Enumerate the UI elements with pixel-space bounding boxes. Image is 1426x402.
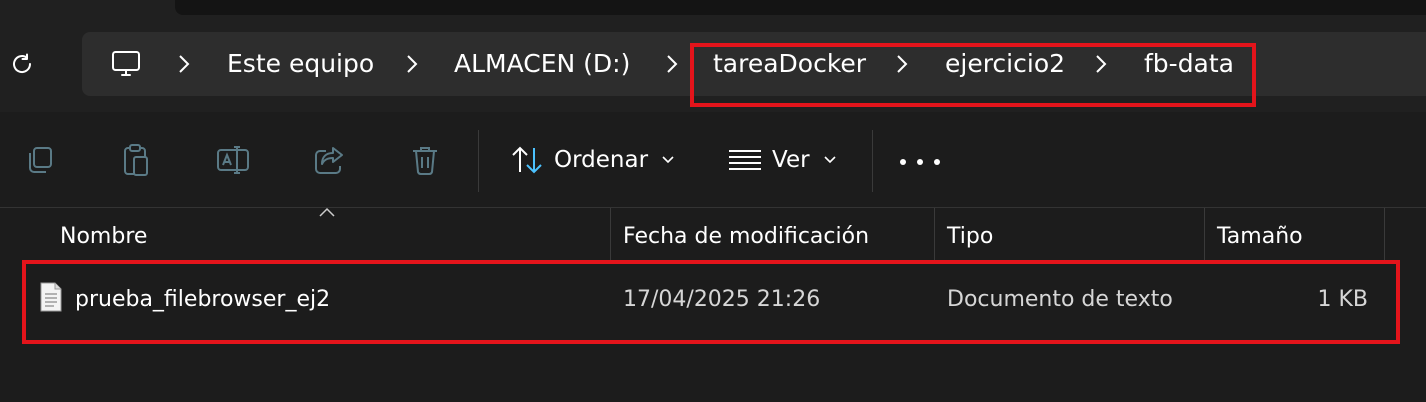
title-strip	[0, 0, 1426, 18]
view-button[interactable]: Ver	[728, 140, 836, 180]
column-header-type[interactable]: Tipo	[947, 222, 993, 252]
breadcrumb-almacen[interactable]: ALMACEN (D:)	[454, 48, 630, 80]
chevron-down-icon	[823, 156, 836, 164]
address-row: Este equipo ALMACEN (D:) tareaDocker eje…	[0, 18, 1426, 112]
column-header-name[interactable]: Nombre	[60, 222, 147, 252]
command-bar: Ordenar Ver	[0, 112, 1426, 208]
paste-icon	[124, 144, 148, 176]
row-highlight-box	[22, 260, 1400, 344]
column-separator[interactable]	[934, 208, 935, 260]
breadcrumb-este-equipo[interactable]: Este equipo	[227, 48, 374, 80]
column-header-size[interactable]: Tamaño	[1217, 222, 1303, 252]
toolbar-divider	[872, 130, 873, 192]
column-separator[interactable]	[610, 208, 611, 260]
view-label: Ver	[772, 147, 810, 173]
sort-button[interactable]: Ordenar	[510, 140, 674, 180]
refresh-button[interactable]	[6, 48, 38, 80]
share-button[interactable]	[310, 140, 350, 180]
chevron-down-icon	[662, 156, 674, 164]
delete-icon	[413, 147, 437, 175]
refresh-icon	[13, 53, 32, 73]
copy-icon	[29, 147, 52, 173]
column-separator[interactable]	[1204, 208, 1205, 260]
chevron-right-icon[interactable]	[402, 50, 422, 78]
copy-button[interactable]	[20, 140, 60, 180]
breadcrumb-root[interactable]	[108, 46, 144, 82]
paste-button[interactable]	[116, 140, 156, 180]
column-header-modified[interactable]: Fecha de modificación	[623, 222, 869, 252]
share-icon	[315, 147, 343, 174]
file-explorer-window: Este equipo ALMACEN (D:) tareaDocker eje…	[0, 0, 1426, 402]
rename-button[interactable]	[213, 140, 253, 180]
dot	[917, 159, 923, 165]
sort-label: Ordenar	[554, 147, 649, 173]
computer-icon	[112, 51, 140, 76]
dot	[934, 159, 940, 165]
dot	[900, 159, 906, 165]
more-icon[interactable]	[900, 154, 940, 170]
chevron-right-icon[interactable]	[662, 50, 682, 78]
rename-icon	[217, 146, 249, 174]
delete-button[interactable]	[405, 140, 445, 180]
toolbar-divider	[478, 130, 479, 192]
column-separator[interactable]	[1384, 208, 1385, 260]
sort-ascending-icon	[319, 207, 335, 217]
file-row[interactable]: prueba_filebrowser_ej2 17/04/2025 21:26 …	[22, 260, 1400, 344]
address-bar[interactable]: Este equipo ALMACEN (D:) tareaDocker eje…	[82, 32, 1426, 107]
path-highlight-box	[690, 43, 1256, 107]
tab-edge	[175, 0, 1426, 15]
view-list-icon	[729, 150, 761, 170]
column-headers: Nombre Fecha de modificación Tipo Tamaño	[0, 207, 1426, 260]
sort-icon	[512, 146, 542, 174]
chevron-right-icon[interactable]	[174, 50, 194, 78]
